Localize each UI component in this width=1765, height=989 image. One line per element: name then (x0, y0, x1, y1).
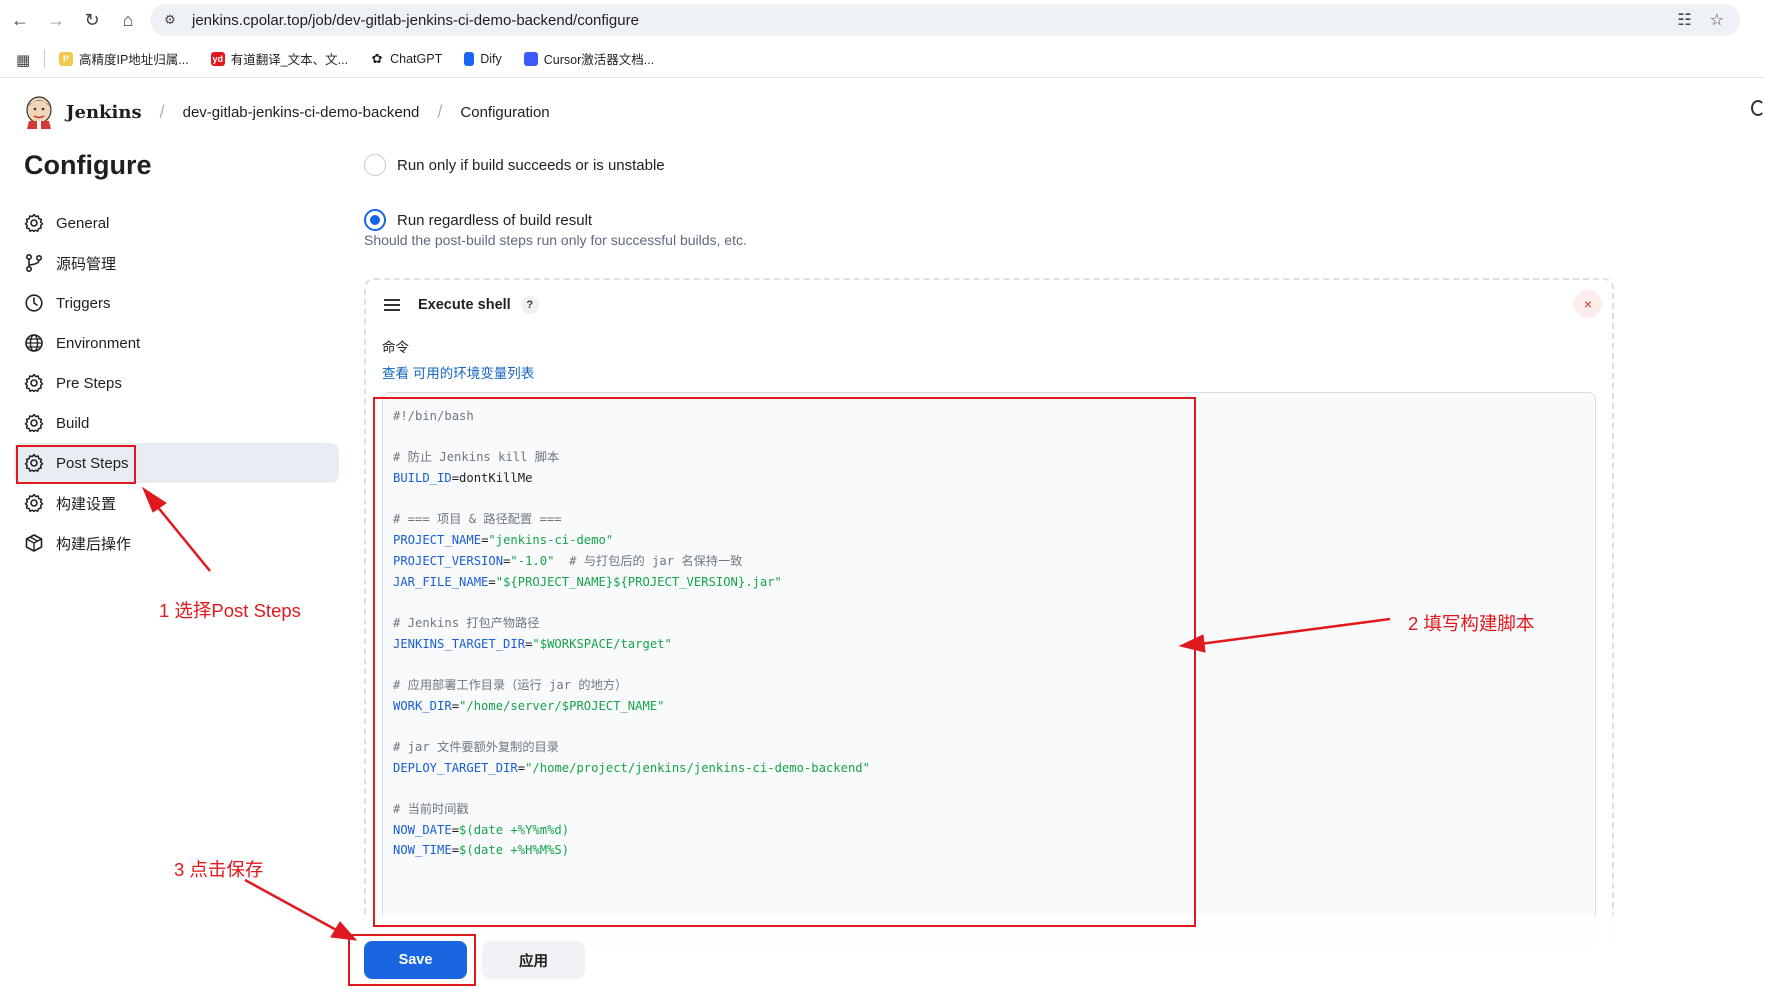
annotation-arrow-1 (141, 486, 211, 572)
annotation-arrow-2 (1178, 617, 1391, 653)
annotation-arrows (141, 486, 1391, 941)
annotation-arrow-3 (244, 878, 358, 941)
